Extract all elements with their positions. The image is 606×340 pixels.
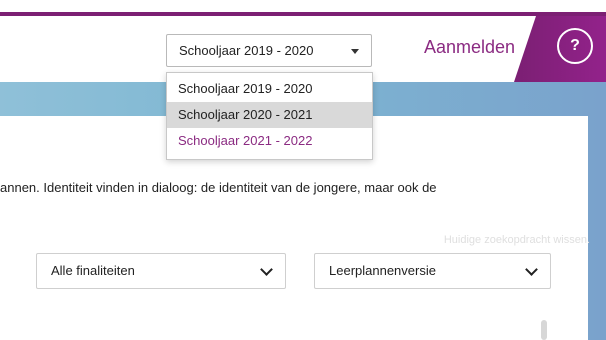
help-panel: ? (514, 16, 606, 82)
clear-search-link[interactable]: Huidige zoekopdracht wissen. (444, 234, 590, 246)
description-text: annen. Identiteit vinden in dialoog: de … (0, 180, 437, 195)
login-link[interactable]: Aanmelden (424, 37, 515, 58)
leerplanversie-select-value: Leerplannenversie (329, 263, 436, 278)
school-year-select[interactable]: Schooljaar 2019 - 2020 (166, 34, 372, 67)
school-year-option[interactable]: Schooljaar 2021 - 2022 (167, 128, 372, 154)
scrollbar-thumb[interactable] (541, 320, 547, 340)
chevron-down-icon (260, 263, 273, 276)
school-year-dropdown: Schooljaar 2019 - 2020 Schooljaar 2020 -… (166, 72, 373, 160)
school-year-option[interactable]: Schooljaar 2019 - 2020 (167, 76, 372, 102)
school-year-select-value: Schooljaar 2019 - 2020 (179, 43, 314, 58)
leerplanversie-select[interactable]: Leerplannenversie (314, 253, 551, 289)
chevron-down-icon (525, 263, 538, 276)
finaliteit-select-value: Alle finaliteiten (51, 263, 135, 278)
help-button[interactable]: ? (557, 28, 593, 64)
caret-down-icon (351, 49, 359, 54)
finaliteit-select[interactable]: Alle finaliteiten (36, 253, 286, 289)
school-year-option-highlighted[interactable]: Schooljaar 2020 - 2021 (167, 102, 372, 128)
